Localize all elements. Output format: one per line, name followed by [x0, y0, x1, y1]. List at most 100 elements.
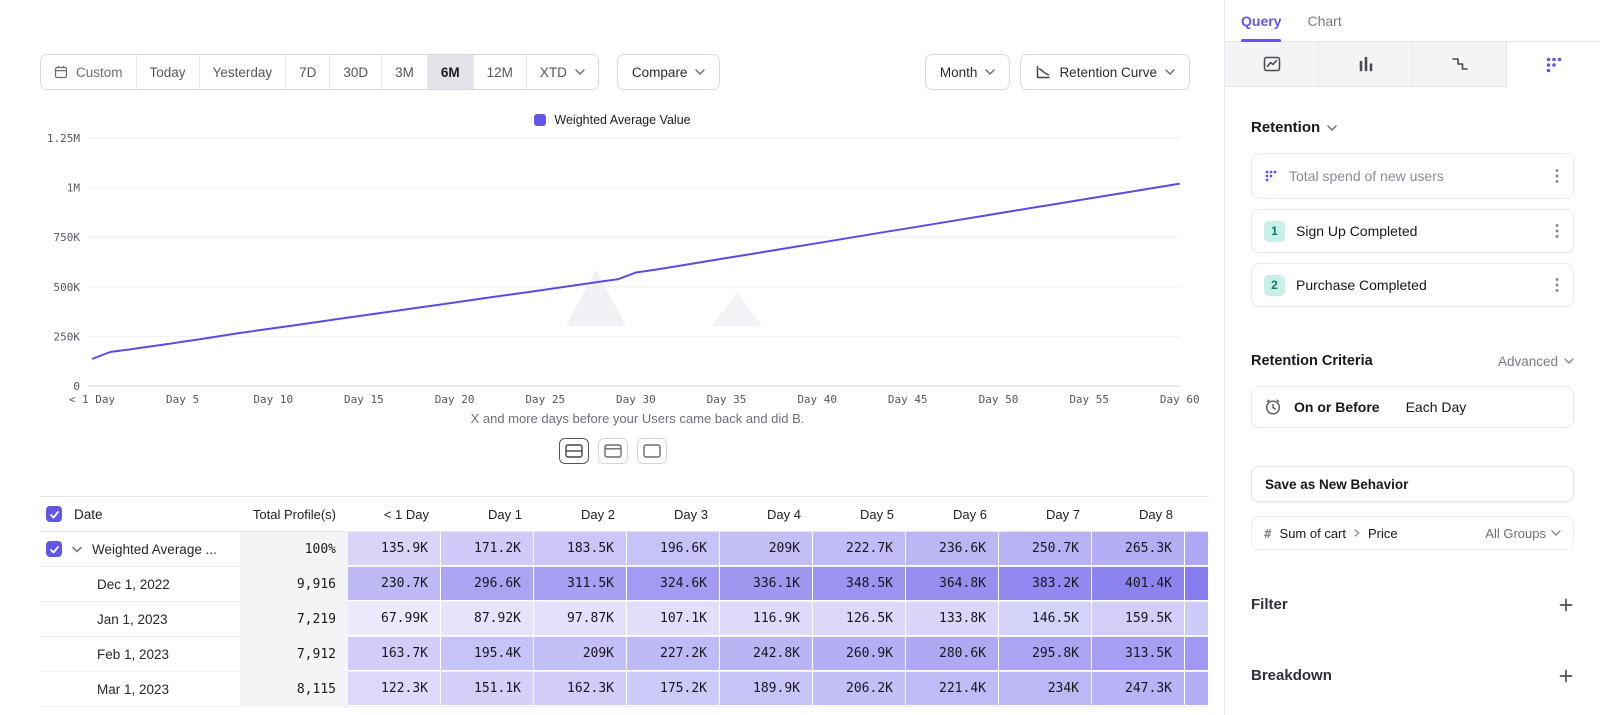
retention-value-cell[interactable]: 196.6K — [627, 532, 720, 566]
retention-value-cell[interactable]: 189.9K — [720, 672, 813, 706]
behavior-menu-button[interactable] — [1553, 166, 1561, 186]
table-row[interactable]: Dec 1, 20229,916230.7K296.6K311.5K324.6K… — [40, 567, 1209, 602]
range-xtd[interactable]: XTD — [526, 55, 598, 89]
report-tab-retention[interactable] — [1507, 42, 1600, 87]
retention-value-cell[interactable]: 230.7K — [348, 567, 441, 601]
retention-value-cell[interactable]: 401.4K — [1092, 567, 1185, 601]
retention-value-cell[interactable]: 265.3K — [1092, 532, 1185, 566]
retention-value-cell[interactable]: 250.7K — [999, 532, 1092, 566]
step-card-2[interactable]: 2 Purchase Completed — [1251, 263, 1574, 307]
step-menu-button[interactable] — [1553, 275, 1561, 295]
retention-value-cell[interactable]: 133.8K — [906, 602, 999, 636]
table-row[interactable]: Mar 1, 20238,115122.3K151.1K162.3K175.2K… — [40, 672, 1209, 707]
chevron-down-icon — [1551, 530, 1561, 536]
retention-value-cell[interactable]: 122.3K — [348, 672, 441, 706]
header-clipped-column — [1185, 497, 1209, 531]
retention-section-title: Retention — [1251, 119, 1320, 136]
retention-value-cell[interactable]: 324.6K — [627, 567, 720, 601]
groups-dropdown[interactable]: All Groups — [1485, 526, 1561, 541]
criteria-timing-dropdown[interactable]: On or Before — [1294, 399, 1380, 415]
retention-value-cell[interactable]: 234K — [999, 672, 1092, 706]
retention-value-cell[interactable]: 280.6K — [906, 637, 999, 671]
retention-value-cell[interactable]: 295.8K — [999, 637, 1092, 671]
retention-value-cell[interactable]: 107.1K — [627, 602, 720, 636]
retention-value-cell[interactable]: 151.1K — [441, 672, 534, 706]
chart-style-button[interactable]: Retention Curve — [1020, 54, 1190, 90]
retention-value-cell[interactable]: 222.7K — [813, 532, 906, 566]
retention-value-cell[interactable]: 209K — [720, 532, 813, 566]
add-breakdown-button[interactable] — [1558, 668, 1574, 684]
view-toggle-header-row[interactable] — [598, 438, 628, 464]
report-tab-funnels[interactable] — [1319, 42, 1413, 87]
retention-value-cell[interactable]: 146.5K — [999, 602, 1092, 636]
granularity-button[interactable]: Month — [925, 54, 1011, 90]
behavior-card[interactable]: Total spend of new users — [1251, 153, 1574, 199]
retention-value-cell[interactable]: 336.1K — [720, 567, 813, 601]
retention-value-cell[interactable]: 183.5K — [534, 532, 627, 566]
retention-value-cell[interactable]: 364.8K — [906, 567, 999, 601]
retention-value-cell[interactable]: 116.9K — [720, 602, 813, 636]
step-card-1[interactable]: 1 Sign Up Completed — [1251, 209, 1574, 253]
criteria-unit-dropdown[interactable]: Each Day — [1406, 399, 1467, 415]
retention-value-cell[interactable]: 236.6K — [906, 532, 999, 566]
retention-value-cell[interactable]: 242.8K — [720, 637, 813, 671]
retention-value-cell[interactable]: 221.4K — [906, 672, 999, 706]
compare-button[interactable]: Compare — [617, 54, 721, 90]
retention-value-cell[interactable]: 135.9K — [348, 532, 441, 566]
table-header: Date Total Profile(s) < 1 Day Day 1 Day … — [40, 496, 1209, 532]
range-30d[interactable]: 30D — [329, 55, 381, 89]
svg-text:Day 25: Day 25 — [525, 393, 565, 406]
tab-chart[interactable]: Chart — [1307, 0, 1341, 41]
measure-row[interactable]: # Sum of cart Price All Groups — [1251, 516, 1574, 550]
step-menu-button[interactable] — [1553, 221, 1561, 241]
range-today[interactable]: Today — [136, 55, 199, 89]
toolbar: Custom Today Yesterday 7D 30D 3M 6M 12M … — [40, 54, 1190, 90]
row-checkbox[interactable] — [46, 541, 62, 557]
tab-query[interactable]: Query — [1241, 0, 1281, 41]
table-row[interactable]: Weighted Average ...100%135.9K171.2K183.… — [40, 532, 1209, 567]
report-tab-flows[interactable] — [1413, 42, 1507, 87]
range-12m[interactable]: 12M — [473, 55, 526, 89]
retention-value-cell[interactable]: 163.7K — [348, 637, 441, 671]
range-label: 7D — [299, 65, 316, 80]
save-behavior-button[interactable]: Save as New Behavior — [1251, 466, 1574, 502]
select-all-checkbox[interactable] — [46, 506, 62, 522]
header-row-icon — [604, 444, 622, 458]
retention-value-cell[interactable]: 206.2K — [813, 672, 906, 706]
view-toggle-single-row[interactable] — [637, 438, 667, 464]
advanced-dropdown[interactable]: Advanced — [1498, 354, 1574, 369]
retention-value-cell[interactable]: 348.5K — [813, 567, 906, 601]
retention-value-cell[interactable]: 159.5K — [1092, 602, 1185, 636]
expand-caret-icon[interactable] — [72, 546, 82, 553]
retention-value-cell[interactable]: 195.4K — [441, 637, 534, 671]
svg-text:750K: 750K — [54, 231, 81, 244]
retention-value-cell[interactable]: 383.2K — [999, 567, 1092, 601]
retention-value-cell[interactable]: 260.9K — [813, 637, 906, 671]
retention-value-cell[interactable]: 97.87K — [534, 602, 627, 636]
retention-value-cell[interactable]: 296.6K — [441, 567, 534, 601]
range-custom[interactable]: Custom — [41, 55, 136, 89]
add-filter-button[interactable] — [1558, 597, 1574, 613]
retention-section-header[interactable]: Retention — [1251, 119, 1574, 136]
retention-value-cell[interactable]: 247.3K — [1092, 672, 1185, 706]
range-3m[interactable]: 3M — [381, 55, 427, 89]
retention-value-cell[interactable]: 227.2K — [627, 637, 720, 671]
table-row[interactable]: Feb 1, 20237,912163.7K195.4K209K227.2K24… — [40, 637, 1209, 672]
retention-value-cell[interactable]: 126.5K — [813, 602, 906, 636]
range-7d[interactable]: 7D — [285, 55, 329, 89]
view-toggle-split-rows[interactable] — [559, 438, 589, 464]
retention-value-cell[interactable]: 67.99K — [348, 602, 441, 636]
retention-value-cell[interactable]: 313.5K — [1092, 637, 1185, 671]
report-tab-insights[interactable] — [1225, 42, 1319, 87]
retention-value-cell[interactable]: 175.2K — [627, 672, 720, 706]
svg-text:< 1 Day: < 1 Day — [69, 393, 116, 406]
query-sidebar: Query Chart Retention T — [1225, 0, 1600, 715]
retention-value-cell[interactable]: 209K — [534, 637, 627, 671]
retention-value-cell[interactable]: 162.3K — [534, 672, 627, 706]
table-row[interactable]: Jan 1, 20237,21967.99K87.92K97.87K107.1K… — [40, 602, 1209, 637]
retention-value-cell[interactable]: 171.2K — [441, 532, 534, 566]
retention-value-cell[interactable]: 311.5K — [534, 567, 627, 601]
retention-value-cell[interactable]: 87.92K — [441, 602, 534, 636]
range-6m[interactable]: 6M — [427, 55, 473, 89]
range-yesterday[interactable]: Yesterday — [199, 55, 286, 89]
